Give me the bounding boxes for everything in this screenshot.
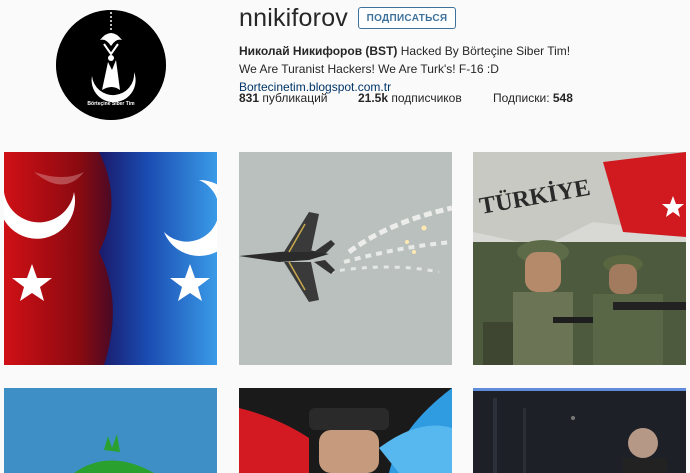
followers-stat[interactable]: 21.5k подписчиков <box>358 91 462 105</box>
post-thumbnail-soldiers[interactable]: TÜRKİYE <box>473 152 686 365</box>
post-thumbnail-jet[interactable] <box>239 152 452 365</box>
blue-flag-image <box>4 388 217 473</box>
following-label: Подписки: <box>493 91 553 105</box>
posts-count: 831 <box>239 91 260 105</box>
night-image <box>473 388 686 473</box>
post-thumbnail-night[interactable] <box>473 388 686 473</box>
flags-image <box>4 152 217 365</box>
follow-button[interactable]: ПОДПИСАТЬСЯ <box>358 7 456 29</box>
jet-image <box>239 152 452 365</box>
post-thumbnail-blue-flag[interactable] <box>4 388 217 473</box>
followers-count: 21.5k <box>358 91 389 105</box>
posts-stat[interactable]: 831 публикаций <box>239 91 328 105</box>
profile-bio: Николай Никифоров (BST) Hacked By Börteç… <box>239 42 579 96</box>
following-stat[interactable]: Подписки: 548 <box>493 91 573 105</box>
username: nnikiforov <box>239 4 348 32</box>
profile-avatar[interactable]: Börteçine Siber Tim <box>56 10 166 120</box>
posts-label: публикаций <box>259 91 328 105</box>
post-thumbnail-portrait[interactable] <box>239 388 452 473</box>
full-name: Николай Никифоров (BST) <box>239 44 398 58</box>
soldiers-image: TÜRKİYE <box>473 152 686 365</box>
post-thumbnail-flags[interactable] <box>4 152 217 365</box>
following-count: 548 <box>552 91 573 105</box>
portrait-image <box>239 388 452 473</box>
avatar-caption: Börteçine Siber Tim <box>87 101 135 107</box>
followers-label: подписчиков <box>388 91 462 105</box>
